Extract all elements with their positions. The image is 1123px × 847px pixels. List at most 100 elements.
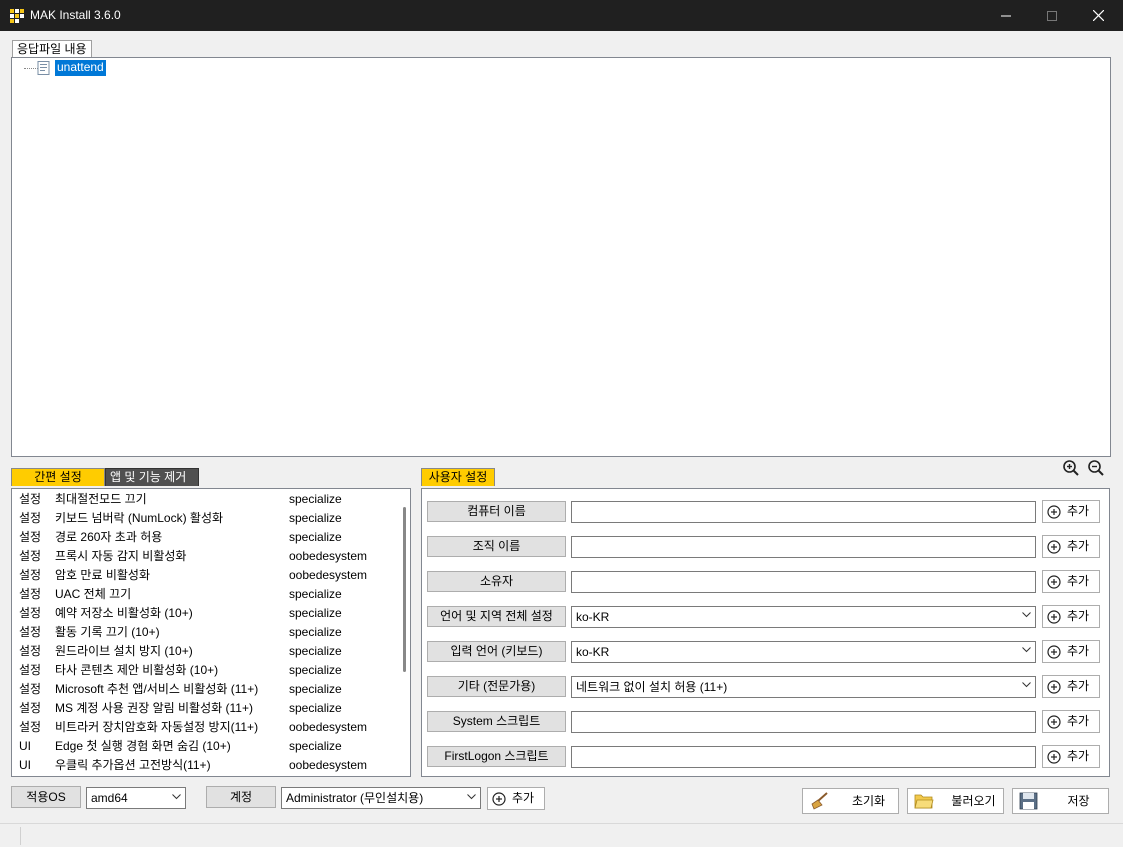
list-item-name: 최대절전모드 끄기 [55,492,147,506]
add-setting-button[interactable]: 추가 [1042,640,1100,663]
list-item[interactable]: UI Edge 첫 실행 경험 화면 숨김 (10+) specialize [12,737,397,756]
list-item[interactable]: 설정 프록시 자동 감지 비활성화 oobedesystem [12,547,397,566]
list-item[interactable]: 설정 활동 기록 끄기 (10+) specialize [12,623,397,642]
add-account-label: 추가 [512,791,535,805]
list-item-pass: specialize [289,511,342,525]
add-setting-button[interactable]: 추가 [1042,500,1100,523]
list-item-kind: 설정 [19,492,42,506]
list-item[interactable]: 설정 원드라이브 설치 방지 (10+) specialize [12,642,397,661]
save-button[interactable]: 저장 [1012,788,1109,814]
xml-file-icon [37,61,50,75]
user-setting-label-button[interactable]: 기타 (전문가용) [427,676,566,697]
user-setting-label-button[interactable]: 언어 및 지역 전체 설정 [427,606,566,627]
list-item[interactable]: 설정 경로 260자 초과 허용 specialize [12,528,397,547]
user-setting-select[interactable]: 네트워크 없이 설치 허용 (11+) [571,676,1036,698]
plus-circle-icon [1047,505,1061,519]
zoom-in-icon[interactable] [1062,459,1080,477]
list-item-name: 비트라커 장치암호화 자동설정 방지(11+) [55,720,259,734]
title-bar: MAK Install 3.6.0 [0,0,1123,31]
minimize-icon [1001,15,1011,16]
list-item[interactable]: 설정 키보드 넘버락 (NumLock) 활성화 specialize [12,509,397,528]
user-setting-select[interactable]: ko-KR [571,606,1036,628]
plus-circle-icon [1047,540,1061,554]
user-setting-input[interactable] [571,536,1036,558]
list-item-name: 프록시 자동 감지 비활성화 [55,549,187,563]
list-item[interactable]: 설정 UAC 전체 끄기 specialize [12,585,397,604]
plus-circle-icon [1047,750,1061,764]
list-item[interactable]: 설정 최대절전모드 끄기 specialize [12,490,397,509]
user-setting-label-button[interactable]: FirstLogon 스크립트 [427,746,566,767]
account-label-button[interactable]: 계정 [206,786,276,808]
list-item-name: 경로 260자 초과 허용 [55,530,163,544]
user-setting-input[interactable] [571,571,1036,593]
close-button[interactable] [1075,0,1121,31]
list-item-name: 타사 콘텐츠 제안 비활성화 (10+) [55,663,219,677]
user-setting-input[interactable] [571,746,1036,768]
tab-remove-apps[interactable]: 앱 및 기능 제거 [105,468,199,486]
os-label-button[interactable]: 적용OS [11,786,81,808]
scroll-thumb[interactable] [403,507,406,672]
open-folder-icon [914,794,934,809]
add-setting-button[interactable]: 추가 [1042,745,1100,768]
maximize-button[interactable] [1029,0,1075,31]
add-setting-label: 추가 [1067,679,1090,693]
os-select[interactable]: amd64 [86,787,186,809]
plus-circle-icon [1047,680,1061,694]
close-icon [1092,10,1104,21]
list-scrollbar[interactable] [398,489,410,776]
user-setting-input[interactable] [571,711,1036,733]
user-setting-select[interactable]: ko-KR [571,641,1036,663]
list-item[interactable]: UI 우클릭 추가옵션 고전방식(11+) oobedesystem [12,756,397,775]
list-item-kind: 설정 [19,530,42,544]
user-setting-label-button[interactable]: 소유자 [427,571,566,592]
plus-circle-icon [1047,645,1061,659]
reset-button[interactable]: 초기화 [802,788,899,814]
plus-circle-icon [1047,575,1061,589]
tab-quick-settings[interactable]: 간편 설정 [11,468,105,486]
list-item-name: 우클릭 추가옵션 고전방식(11+) [55,758,211,772]
add-setting-button[interactable]: 추가 [1042,570,1100,593]
plus-circle-icon [492,792,506,806]
load-button[interactable]: 불러오기 [907,788,1004,814]
list-item-pass: specialize [289,625,342,639]
broom-icon [811,792,828,810]
list-item[interactable]: 설정 암호 만료 비활성화 oobedesystem [12,566,397,585]
list-item[interactable]: 설정 Microsoft 추천 앱/서비스 비활성화 (11+) specializ… [12,680,397,699]
window-title: MAK Install 3.6.0 [30,8,121,22]
tree-node-unattend[interactable]: unattend [55,60,106,76]
add-setting-button[interactable]: 추가 [1042,605,1100,628]
add-setting-button[interactable]: 추가 [1042,535,1100,558]
list-item-kind: 설정 [19,682,42,696]
list-item[interactable]: 설정 비트라커 장치암호화 자동설정 방지(11+) oobedesystem [12,718,397,737]
list-item[interactable]: 설정 타사 콘텐츠 제안 비활성화 (10+) specialize [12,661,397,680]
user-setting-label-button[interactable]: 컴퓨터 이름 [427,501,566,522]
chevron-down-icon [467,794,476,800]
list-item-kind: UI [19,758,31,772]
list-item[interactable]: 설정 예약 저장소 비활성화 (10+) specialize [12,604,397,623]
status-pane [3,827,21,845]
add-account-button[interactable]: 추가 [487,787,545,810]
user-setting-label-button[interactable]: 입력 언어 (키보드) [427,641,566,662]
answer-file-tree[interactable]: unattend [11,57,1111,457]
list-item-name: 암호 만료 비활성화 [55,568,150,582]
zoom-out-icon[interactable] [1087,459,1105,477]
user-setting-input[interactable] [571,501,1036,523]
account-select[interactable]: Administrator (무인설치용) [281,787,481,809]
quick-settings-list[interactable]: 설정 최대절전모드 끄기 specialize 설정 키보드 넘버락 (NumLock)… [11,488,411,777]
maximize-icon [1047,10,1057,21]
save-label: 저장 [1067,794,1090,808]
list-item-pass: specialize [289,644,342,658]
list-item-pass: specialize [289,606,342,620]
minimize-button[interactable] [983,0,1029,31]
user-setting-label-button[interactable]: System 스크립트 [427,711,566,732]
tab-user-settings[interactable]: 사용자 설정 [421,468,495,486]
add-setting-button[interactable]: 추가 [1042,675,1100,698]
user-setting-label-button[interactable]: 조직 이름 [427,536,566,557]
list-item-name: Microsoft 추천 앱/서비스 비활성화 (11+) [55,682,259,696]
add-setting-button[interactable]: 추가 [1042,710,1100,733]
list-item[interactable]: 설정 MS 계정 사용 권장 알림 비활성화 (11+) specialize [12,699,397,718]
list-item-kind: 설정 [19,720,42,734]
add-setting-label: 추가 [1067,574,1090,588]
tab-answer-file[interactable]: 응답파일 내용 [12,40,92,58]
status-bar [0,823,1123,847]
